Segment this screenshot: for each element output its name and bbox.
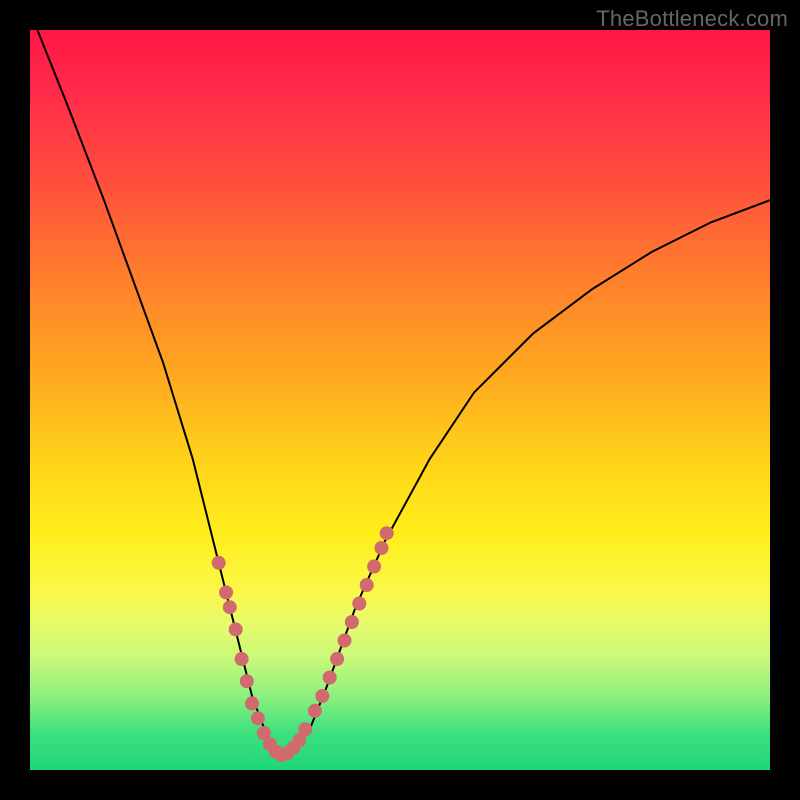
data-dot <box>345 615 359 629</box>
data-dot <box>308 704 322 718</box>
data-dot <box>240 674 254 688</box>
data-dot <box>245 696 259 710</box>
data-dot <box>223 600 237 614</box>
data-dot <box>251 711 265 725</box>
data-dot <box>330 652 344 666</box>
data-dot <box>338 634 352 648</box>
data-dot <box>375 541 389 555</box>
data-dot <box>229 622 243 636</box>
data-dot <box>298 722 312 736</box>
chart-frame: TheBottleneck.com <box>0 0 800 800</box>
data-dot <box>367 560 381 574</box>
watermark-text: TheBottleneck.com <box>596 6 788 32</box>
data-dot <box>235 652 249 666</box>
data-dot <box>315 689 329 703</box>
plot-area <box>30 30 770 770</box>
plot-svg <box>30 30 770 770</box>
data-dot <box>219 585 233 599</box>
bottleneck-curve <box>37 30 770 755</box>
data-dot <box>360 578 374 592</box>
data-dot <box>212 556 226 570</box>
data-dot <box>352 597 366 611</box>
data-dot <box>323 671 337 685</box>
data-dot <box>380 526 394 540</box>
